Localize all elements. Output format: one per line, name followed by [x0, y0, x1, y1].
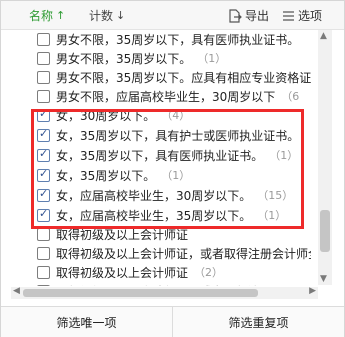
- vertical-scroll-thumb[interactable]: [320, 210, 330, 252]
- list-item-count: （1）: [197, 52, 227, 65]
- export-icon: [229, 8, 242, 23]
- checkbox[interactable]: [37, 265, 50, 279]
- list-item-count: （1: [305, 31, 311, 47]
- sort-by-name-button[interactable]: 名称 ↑: [29, 7, 65, 24]
- export-button[interactable]: 导出: [228, 7, 269, 24]
- list-item[interactable]: 男女不限，35周岁以下，具有医师执业证书。 （1: [11, 31, 311, 49]
- list-item[interactable]: 取得初级及以上会计师证，或者取得注册: [11, 281, 311, 286]
- filter-duplicate-button[interactable]: 筛选重复项: [172, 307, 344, 337]
- name-label: 名称: [29, 9, 54, 23]
- list-item-count: （1）: [305, 127, 311, 143]
- checkbox[interactable]: [37, 70, 50, 84]
- options-button[interactable]: 选项: [282, 7, 322, 24]
- highlight-box: [31, 109, 304, 229]
- scroll-up-icon[interactable]: ▲: [320, 31, 327, 41]
- list-item-count: （2）: [194, 266, 224, 279]
- list-item[interactable]: 取得初级及以上会计师证 （2）: [11, 262, 311, 282]
- list-item-label: 取得初级及以上会计师证，或者取得注册: [56, 283, 272, 287]
- export-label: 导出: [245, 9, 270, 23]
- checkbox[interactable]: [37, 284, 50, 286]
- list-item-label: 男女不限，35周岁以下。: [56, 51, 192, 66]
- count-label: 计数: [89, 9, 114, 23]
- checkbox[interactable]: [37, 89, 50, 103]
- list-item-count: （6: [281, 90, 300, 103]
- menu-icon: [283, 10, 294, 21]
- scroll-left-icon[interactable]: ◀: [13, 286, 20, 296]
- scroll-down-icon[interactable]: ▼: [320, 274, 327, 284]
- checkbox[interactable]: [37, 32, 50, 46]
- horizontal-scrollbar[interactable]: ◀ ▶: [11, 286, 318, 299]
- list-item[interactable]: 男女不限，35周岁以下。 （1）: [11, 48, 311, 68]
- checkbox[interactable]: [37, 227, 50, 241]
- sort-up-arrow-icon: ↑: [56, 9, 66, 22]
- filter-unique-button[interactable]: 筛选唯一项: [1, 307, 172, 337]
- checkbox[interactable]: [37, 246, 50, 260]
- checkbox[interactable]: [37, 51, 50, 65]
- vertical-scrollbar[interactable]: ▲ ▼: [318, 30, 332, 285]
- list-item[interactable]: 男女不限，应届高校毕业生，30周岁以下 （6: [11, 86, 311, 106]
- sort-down-arrow-icon: ↓: [116, 9, 126, 22]
- list-item-label: 取得初级及以上会计师证，或者取得注册会计师全: [56, 246, 311, 261]
- list-item[interactable]: 男女不限，35周岁以下。应具有相应专业资格证书: [11, 67, 311, 87]
- horizontal-scroll-thumb[interactable]: [23, 289, 258, 297]
- scroll-right-icon[interactable]: ▶: [309, 286, 316, 296]
- sort-by-count-button[interactable]: 计数 ↓: [89, 7, 125, 24]
- list-item-label: 取得初级及以上会计师证: [56, 265, 189, 280]
- options-label: 选项: [298, 9, 323, 23]
- bottom-bar: 筛选唯一项 筛选重复项: [1, 306, 344, 337]
- filter-panel: 名称 ↑ 计数 ↓ 导出 选项 男女不限，35周岁以下，具有医师执业证书。（1男…: [0, 0, 345, 337]
- toolbar: 名称 ↑ 计数 ↓ 导出 选项: [1, 1, 344, 30]
- list-item[interactable]: 取得初级及以上会计师证，或者取得注册会计师全: [11, 243, 311, 263]
- list-item-label: 男女不限，35周岁以下，具有医师执业证书。: [56, 32, 300, 47]
- list-item-label: 男女不限，应届高校毕业生，30周岁以下: [56, 89, 276, 104]
- list-item-label: 男女不限，35周岁以下。应具有相应专业资格证书: [56, 70, 311, 85]
